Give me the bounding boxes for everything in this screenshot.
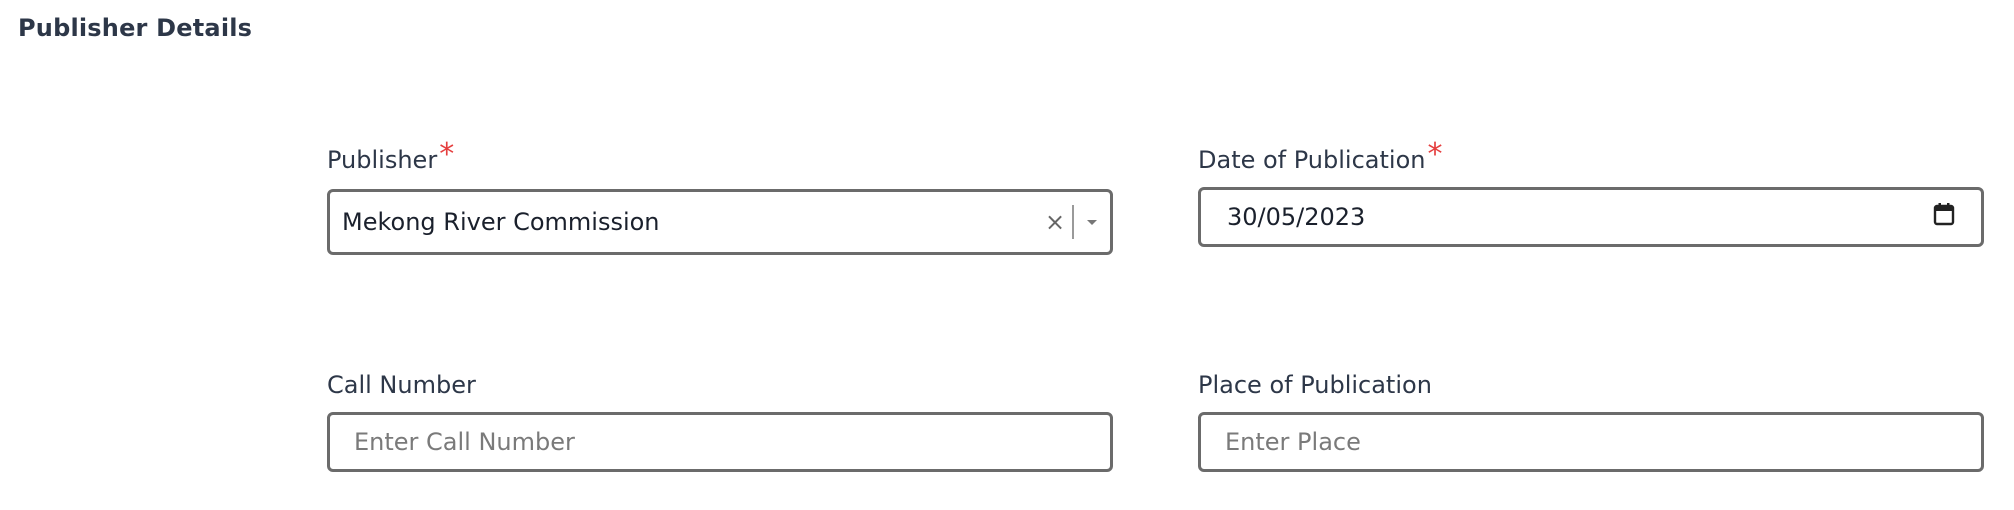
section-title: Publisher Details [18, 14, 253, 42]
date-of-publication-field: Date of Publication * 30/05/2023 [1198, 137, 1984, 247]
date-label-row: Date of Publication * [1198, 137, 1984, 175]
place-label-row: Place of Publication [1198, 370, 1984, 400]
call-number-label: Call Number [327, 371, 476, 399]
publisher-field: Publisher * Mekong River Commission × [327, 137, 1113, 255]
date-value: 30/05/2023 [1227, 203, 1366, 231]
publisher-selected-value: Mekong River Commission [342, 208, 660, 236]
date-of-publication-label: Date of Publication [1198, 146, 1426, 174]
publisher-label-row: Publisher * [327, 137, 1113, 175]
calendar-icon[interactable] [1933, 202, 1955, 232]
clear-icon[interactable]: × [1038, 208, 1072, 236]
place-of-publication-input[interactable]: Enter Place [1198, 412, 1984, 472]
chevron-down-icon[interactable] [1074, 217, 1110, 227]
call-number-label-row: Call Number [327, 370, 1113, 400]
call-number-input[interactable]: Enter Call Number [327, 412, 1113, 472]
date-of-publication-input[interactable]: 30/05/2023 [1198, 187, 1984, 247]
publisher-select[interactable]: Mekong River Commission × [327, 189, 1113, 255]
place-placeholder: Enter Place [1225, 428, 1361, 456]
required-marker: * [439, 137, 455, 172]
publisher-label: Publisher [327, 146, 438, 174]
call-number-field: Call Number Enter Call Number [327, 370, 1113, 472]
place-of-publication-label: Place of Publication [1198, 371, 1432, 399]
required-marker: * [1427, 137, 1443, 172]
call-number-placeholder: Enter Call Number [354, 428, 575, 456]
place-of-publication-field: Place of Publication Enter Place [1198, 370, 1984, 472]
